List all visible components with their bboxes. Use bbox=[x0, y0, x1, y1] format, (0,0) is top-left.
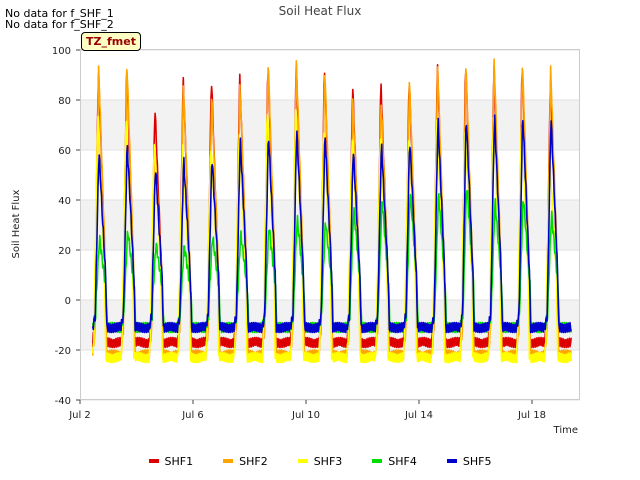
y-tick-label: 40 bbox=[58, 196, 71, 207]
y-tick-label: -40 bbox=[55, 396, 71, 407]
x-tick-label: Jul 14 bbox=[404, 410, 433, 421]
chart-title: Soil Heat Flux bbox=[279, 4, 362, 18]
legend-item-shf4: SHF4 bbox=[372, 452, 417, 470]
legend-label: SHF5 bbox=[462, 454, 492, 468]
legend-item-shf1: SHF1 bbox=[148, 452, 194, 470]
y-tick-label: 0 bbox=[65, 296, 71, 307]
y-axis-label: Soil Heat Flux bbox=[11, 189, 22, 258]
legend-swatch bbox=[446, 459, 457, 463]
soil-heat-flux-chart: -40 -20 0 20 40 60 80 100 Jul 2 Jul 6 Jul 10 Jul 1… bbox=[11, 4, 580, 436]
legend-item-shf3: SHF3 bbox=[297, 452, 343, 470]
x-tick-label: Jul 10 bbox=[291, 410, 320, 421]
y-tick-label: -20 bbox=[55, 346, 71, 357]
legend: SHF1 SHF2 SHF3 SHF4 SHF5 bbox=[0, 452, 640, 470]
legend-swatch bbox=[297, 459, 308, 463]
y-tick-label: 80 bbox=[58, 96, 71, 107]
y-tick-label: 100 bbox=[52, 46, 71, 57]
y-axis: -40 -20 0 20 40 60 80 100 bbox=[52, 46, 80, 407]
x-tick-label: Jul 18 bbox=[517, 410, 546, 421]
x-axis: Jul 2 Jul 6 Jul 10 Jul 14 Jul 18 bbox=[68, 400, 546, 421]
no-data-note-2: No data for f_SHF_2 bbox=[5, 18, 114, 31]
x-axis-label: Time bbox=[553, 425, 578, 436]
legend-swatch bbox=[223, 459, 234, 463]
legend-label: SHF4 bbox=[388, 454, 417, 468]
legend-label: SHF2 bbox=[239, 454, 268, 468]
legend-swatch bbox=[372, 459, 383, 463]
y-tick-label: 20 bbox=[58, 246, 71, 257]
legend-label: SHF1 bbox=[164, 454, 194, 468]
tz-badge: TZ_fmet bbox=[81, 32, 141, 51]
x-tick-label: Jul 6 bbox=[181, 410, 204, 421]
y-tick-label: 60 bbox=[58, 146, 71, 157]
legend-swatch bbox=[148, 459, 159, 463]
legend-label: SHF3 bbox=[313, 454, 343, 468]
x-tick-label: Jul 2 bbox=[68, 410, 91, 421]
legend-item-shf5: SHF5 bbox=[446, 452, 492, 470]
legend-item-shf2: SHF2 bbox=[223, 452, 268, 470]
